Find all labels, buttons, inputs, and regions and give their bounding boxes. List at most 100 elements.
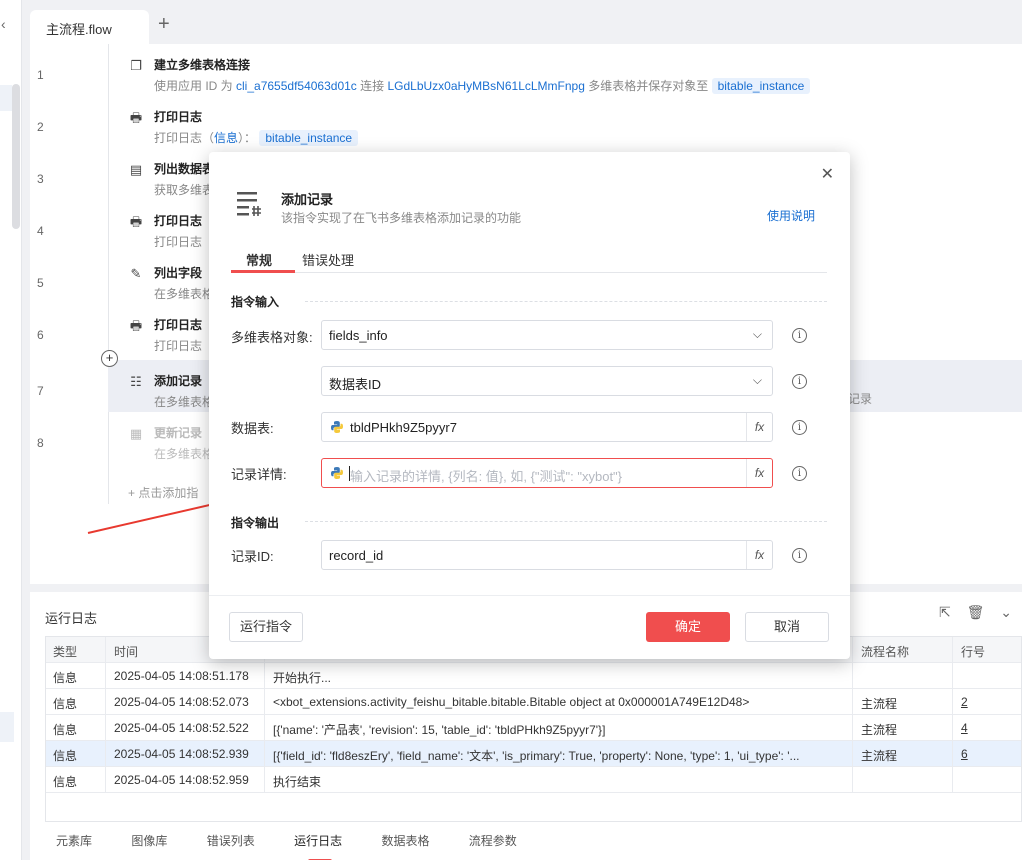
run-command-button[interactable]: 运行指令	[229, 612, 303, 642]
export-icon[interactable]: ⇱	[939, 604, 951, 620]
active-tab-indicator	[231, 270, 295, 273]
record-id-input[interactable]: record_id fx	[321, 540, 773, 570]
tab-data-table[interactable]: 数据表格	[381, 834, 429, 848]
step-title: 建立多维表格连接	[154, 58, 251, 72]
fx-icon[interactable]: fx	[746, 541, 772, 569]
add-record-icon	[237, 192, 261, 216]
tab-error-handling[interactable]: 错误处理	[302, 250, 354, 269]
table-row[interactable]: 信息 2025-04-05 14:08:51.178 开始执行...	[46, 663, 1021, 689]
dialog-subtitle: 该指令实现了在飞书多维表格添加记录的功能	[281, 211, 522, 225]
collapse-icon[interactable]: ‹	[1, 16, 6, 32]
table-row[interactable]: 信息 2025-04-05 14:08:52.939 [{'field_id':…	[46, 741, 1021, 767]
info-icon[interactable]: i	[792, 466, 807, 481]
input-value: tbldPHkh9Z5pyyr7	[350, 420, 457, 435]
cell-line[interactable]: 4	[961, 721, 968, 735]
table-row[interactable]: 信息 2025-04-05 14:08:52.522 [{'name': '产品…	[46, 715, 1021, 741]
cell-time: 2025-04-05 14:08:51.178	[114, 669, 249, 683]
cell-type: 信息	[53, 671, 78, 685]
section-divider	[305, 521, 827, 522]
tab-element-library[interactable]: 元素库	[56, 834, 92, 848]
step-description: 打印日志	[154, 235, 203, 249]
step-description: 打印日志（信息）： bitable_instance	[154, 129, 359, 146]
fx-icon[interactable]: fx	[746, 413, 772, 441]
record-detail-input[interactable]: 输入记录的详情, {列名: 值}, 如, {"测试": "xybot"} fx	[321, 458, 773, 488]
fx-icon[interactable]: fx	[746, 459, 772, 487]
cell-message: [{'name': '产品表', 'revision': 15, 'table_…	[273, 723, 606, 737]
column-header-line: 行号	[961, 645, 986, 659]
info-icon[interactable]: i	[792, 548, 807, 563]
info-icon[interactable]: i	[792, 374, 807, 389]
step-description: 在多维表格	[154, 447, 215, 461]
cell-type: 信息	[53, 697, 78, 711]
cell-line[interactable]: 6	[961, 747, 968, 761]
line-number: 3	[37, 172, 44, 186]
dialog-tab-bar: 常规 错误处理	[231, 244, 827, 273]
add-step-link[interactable]: + 点击添加指	[128, 484, 198, 501]
cell-flow: 主流程	[861, 697, 898, 711]
edit-icon: ✎	[130, 266, 142, 281]
section-input-title: 指令输入	[231, 295, 280, 309]
column-header-flow: 流程名称	[861, 645, 910, 659]
cell-time: 2025-04-05 14:08:52.939	[114, 747, 249, 761]
section-divider	[305, 301, 827, 302]
insert-step-icon[interactable]: +	[101, 350, 118, 367]
bitable-object-select[interactable]: fields_info ⌵	[321, 320, 773, 350]
line-number: 6	[37, 328, 44, 342]
cancel-button[interactable]: 取消	[745, 612, 829, 642]
info-icon[interactable]: i	[792, 328, 807, 343]
flow-step-2[interactable]: 2 🖶 打印日志 打印日志（信息）： bitable_instance	[30, 96, 1022, 148]
confirm-button[interactable]: 确定	[646, 612, 730, 642]
tab-image-library[interactable]: 图像库	[131, 834, 167, 848]
table-row[interactable]: 信息 2025-04-05 14:08:52.073 <xbot_extensi…	[46, 689, 1021, 715]
step-title: 列出数据表	[154, 162, 215, 176]
log-table: 类型 时间 流程名称 行号 信息 2025-04-05 14:08:51.178…	[45, 636, 1022, 822]
line-number: 4	[37, 224, 44, 238]
select-value: fields_info	[329, 328, 388, 343]
cell-flow: 主流程	[861, 749, 898, 763]
info-icon[interactable]: i	[792, 420, 807, 435]
trash-icon[interactable]: 🗑	[967, 604, 985, 620]
table-label: 数据表:	[231, 421, 274, 436]
footer-divider	[209, 595, 850, 596]
cell-type: 信息	[53, 775, 78, 789]
column-header-type: 类型	[53, 645, 78, 659]
table-row[interactable]: 信息 2025-04-05 14:08:52.959 执行结束	[46, 767, 1021, 793]
line-number: 7	[37, 384, 44, 398]
add-tab-icon[interactable]: +	[158, 12, 170, 36]
tab-run-log[interactable]: 运行日志	[294, 834, 342, 848]
line-number: 5	[37, 276, 44, 290]
log-title: 运行日志	[45, 611, 98, 626]
cell-line[interactable]: 2	[961, 695, 968, 709]
help-link[interactable]: 使用说明	[767, 207, 815, 224]
python-icon	[331, 421, 343, 433]
line-number: 1	[37, 68, 44, 82]
step-description: 获取多维表	[154, 183, 215, 197]
close-icon[interactable]: ✕	[821, 164, 834, 184]
section-output-title: 指令输出	[231, 516, 280, 530]
cell-time: 2025-04-05 14:08:52.073	[114, 695, 249, 709]
table-id-mode-select[interactable]: 数据表ID ⌵	[321, 366, 773, 396]
line-number: 8	[37, 436, 44, 450]
tab-main-flow[interactable]: 主流程.flow	[30, 10, 149, 44]
chevron-down-icon[interactable]: ⌄	[1000, 604, 1012, 620]
tab-flow-params[interactable]: 流程参数	[469, 834, 517, 848]
print-icon: 🖶	[129, 318, 143, 333]
cell-message: 执行结束	[273, 775, 322, 789]
chevron-down-icon: ⌵	[752, 327, 762, 341]
tab-general[interactable]: 常规	[246, 250, 272, 269]
step-title: 打印日志	[154, 214, 203, 228]
input-value: record_id	[329, 548, 384, 563]
flow-step-1[interactable]: 1 ❐ 建立多维表格连接 使用应用 ID 为 cli_a7655df54063d…	[30, 44, 1022, 96]
tab-error-list[interactable]: 错误列表	[207, 834, 255, 848]
bottom-tab-bar: 元素库 图像库 错误列表 运行日志 数据表格 流程参数	[56, 832, 553, 849]
record-detail-label: 记录详情:	[231, 467, 287, 482]
step-title: 打印日志	[154, 318, 203, 332]
step-description: 在多维表格	[154, 395, 215, 409]
print-icon: 🖶	[129, 110, 143, 125]
step-title: 打印日志	[154, 110, 203, 124]
sidebar-scrollbar[interactable]	[12, 84, 20, 229]
table-input[interactable]: tbldPHkh9Z5pyyr7 fx	[321, 412, 773, 442]
cell-time: 2025-04-05 14:08:52.959	[114, 773, 249, 787]
dialog-title: 添加记录	[281, 192, 334, 207]
log-toolbar: ⇱ 🗑 ⌄	[927, 604, 1012, 621]
